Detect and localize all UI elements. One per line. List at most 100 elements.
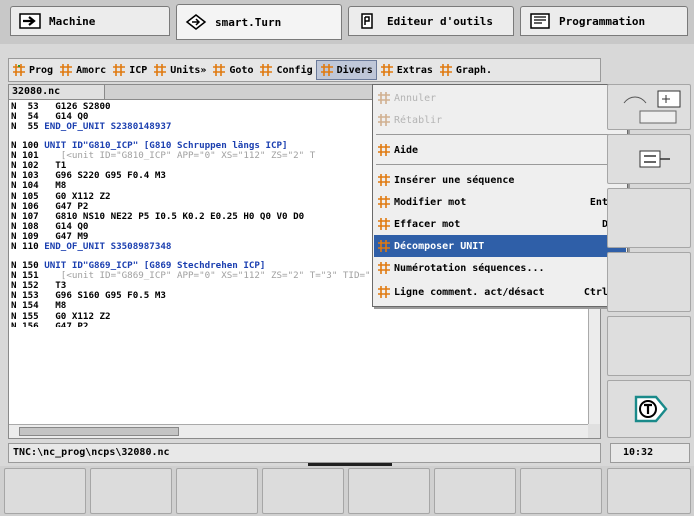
bottom-softkey-4[interactable]: [262, 468, 344, 514]
tab-machine[interactable]: Machine: [10, 6, 170, 36]
menu-item-modifier-mot[interactable]: Modifier mot Enter: [374, 191, 626, 213]
divers-dropdown-menu: Annuler Rétablir Aide Insérer une séquence▶…: [372, 84, 628, 307]
line-code: UNIT ID"G810_ICP" [G810 Schruppen längs …: [38, 140, 288, 151]
softkey-tool-select[interactable]: [607, 134, 691, 184]
bottom-softkey-5[interactable]: [348, 468, 430, 514]
menu-amorc[interactable]: Amorc: [56, 60, 109, 80]
line-code: M8: [38, 181, 67, 192]
line-code: UNIT ID"G869_ICP" [G869 Stechdrehen ICP]: [38, 260, 266, 271]
line-number: N 106: [11, 201, 39, 212]
tab-label: Machine: [49, 14, 96, 28]
line-code: G47 P2: [39, 322, 88, 327]
line-code: T3: [38, 281, 67, 291]
menu-item-label: Numérotation séquences...: [394, 262, 545, 274]
scroll-corner: [588, 424, 600, 438]
line-code: G96 S160 G95 F0.5 M3: [38, 291, 166, 302]
line-code: M8: [38, 301, 67, 312]
grid-hash-icon: [378, 262, 390, 274]
menu-item-label: Décomposer UNIT: [394, 240, 485, 252]
tab-tool-editor[interactable]: Editeur d'outils: [348, 6, 514, 36]
menu-item-aide[interactable]: Aide: [374, 139, 626, 161]
grid-hash-icon: [378, 286, 390, 298]
bottom-softkey-1[interactable]: [4, 468, 86, 514]
menu-graph[interactable]: Graph.: [436, 60, 495, 80]
line-number: N 110: [11, 242, 39, 253]
softkey-3[interactable]: [607, 188, 691, 248]
menu-units[interactable]: Units»: [150, 60, 209, 80]
tab-smart-turn[interactable]: smart.Turn: [176, 4, 342, 40]
code-line[interactable]: N 156 G47 P2: [11, 322, 586, 327]
line-code: G126 S2800: [38, 102, 111, 112]
line-number: N 155: [11, 311, 39, 322]
file-tab[interactable]: 32080.nc: [9, 85, 105, 100]
scroll-thumb[interactable]: [19, 427, 179, 436]
menu-item-ins-rer-une-s-quence[interactable]: Insérer une séquence▶: [374, 169, 626, 191]
t-arrow-icon: [634, 395, 668, 423]
line-code: G14 Q0: [38, 222, 89, 233]
tab-label: smart.Turn: [215, 15, 282, 29]
line-number: N 104: [11, 181, 39, 192]
line-number: N 107: [11, 211, 39, 222]
grid-hash-icon: [60, 64, 73, 76]
bottom-softkey-bar: [0, 466, 694, 516]
line-code: T1: [38, 160, 67, 171]
line-number: N 54: [11, 112, 39, 123]
line-number: N 151: [11, 270, 39, 281]
softkey-4[interactable]: [607, 252, 691, 312]
line-code: G96 S220 G95 F0.4 M3: [38, 171, 166, 182]
menu-extras[interactable]: Extras: [377, 60, 436, 80]
grid-hash-icon: [378, 92, 390, 104]
grid-hash-icon: [378, 174, 390, 186]
clock: 10:32: [610, 443, 690, 463]
softkey-5[interactable]: [607, 316, 691, 376]
line-code: G0 X112 Z2: [38, 191, 111, 202]
line-number: N 108: [11, 222, 39, 233]
softkey-turn-mode[interactable]: [607, 380, 691, 438]
line-number: N 105: [11, 191, 39, 202]
horizontal-scrollbar[interactable]: [9, 424, 588, 438]
tab-programmation[interactable]: Programmation: [520, 6, 688, 36]
menu-item-label: Ligne comment. act/désact: [394, 286, 545, 298]
bottom-softkey-3[interactable]: [176, 468, 258, 514]
tab-label: Programmation: [559, 14, 646, 28]
code-line[interactable]: N 155 G0 X112 Z2: [11, 312, 586, 322]
menu-goto[interactable]: Goto: [209, 60, 256, 80]
grid-hash-icon: [13, 64, 25, 76]
menu-divers[interactable]: Divers: [315, 60, 377, 80]
menu-item-num-rotation-s-quences[interactable]: Numérotation séquences...: [374, 257, 626, 279]
bottom-softkey-2[interactable]: [90, 468, 172, 514]
bottom-softkey-8[interactable]: [607, 468, 691, 514]
line-number: N 153: [11, 291, 39, 302]
bottom-softkey-6[interactable]: [434, 468, 516, 514]
menu-config[interactable]: Config: [256, 60, 315, 80]
grid-hash-icon: [213, 64, 226, 76]
menu-item-ligne-comment-act-d-sact[interactable]: Ligne comment. act/désact Ctrl+K: [374, 281, 626, 303]
menu-item-effacer-mot[interactable]: Effacer motDel: [374, 213, 626, 235]
line-code: G810 NS10 NE22 P5 I0.5 K0.2 E0.25 H0 Q0 …: [38, 211, 305, 222]
line-code: [<unit ID="G810_ICP" APP="0" XS="112" ZS…: [38, 150, 316, 161]
line-number: N 100: [11, 140, 39, 151]
menu-item-label: Aide: [394, 144, 419, 156]
grid-hash-icon: [113, 64, 126, 76]
mode-tab-bar: Machine smart.Turn Editeur d'outils Prog…: [0, 0, 694, 44]
file-path-status: TNC:\nc_prog\ncps\32080.nc: [8, 443, 601, 463]
line-number: N 101: [11, 150, 39, 161]
grid-hash-icon: [439, 64, 452, 76]
menu-prog[interactable]: Prog: [9, 60, 56, 80]
line-code: G14 Q0: [38, 112, 89, 123]
grid-hash-icon: [260, 64, 273, 76]
grid-hash-icon: [378, 196, 390, 208]
tool-editor-icon: [357, 13, 379, 29]
arrow-into-box-icon: [19, 13, 41, 29]
grid-hash-icon: [154, 64, 167, 76]
softkey-graphics-view[interactable]: [607, 84, 691, 130]
tab-label: Editeur d'outils: [387, 14, 493, 28]
menu-item-d-composer-unit[interactable]: Décomposer UNIT: [374, 235, 626, 257]
line-number: N 53: [11, 102, 39, 112]
menu-separator: [376, 164, 624, 165]
bottom-softkey-7[interactable]: [520, 468, 602, 514]
menu-separator: [376, 134, 624, 135]
menu-icp[interactable]: ICP: [109, 60, 150, 80]
line-number: N 55: [11, 122, 39, 133]
line-code: G47 M9: [38, 232, 89, 243]
